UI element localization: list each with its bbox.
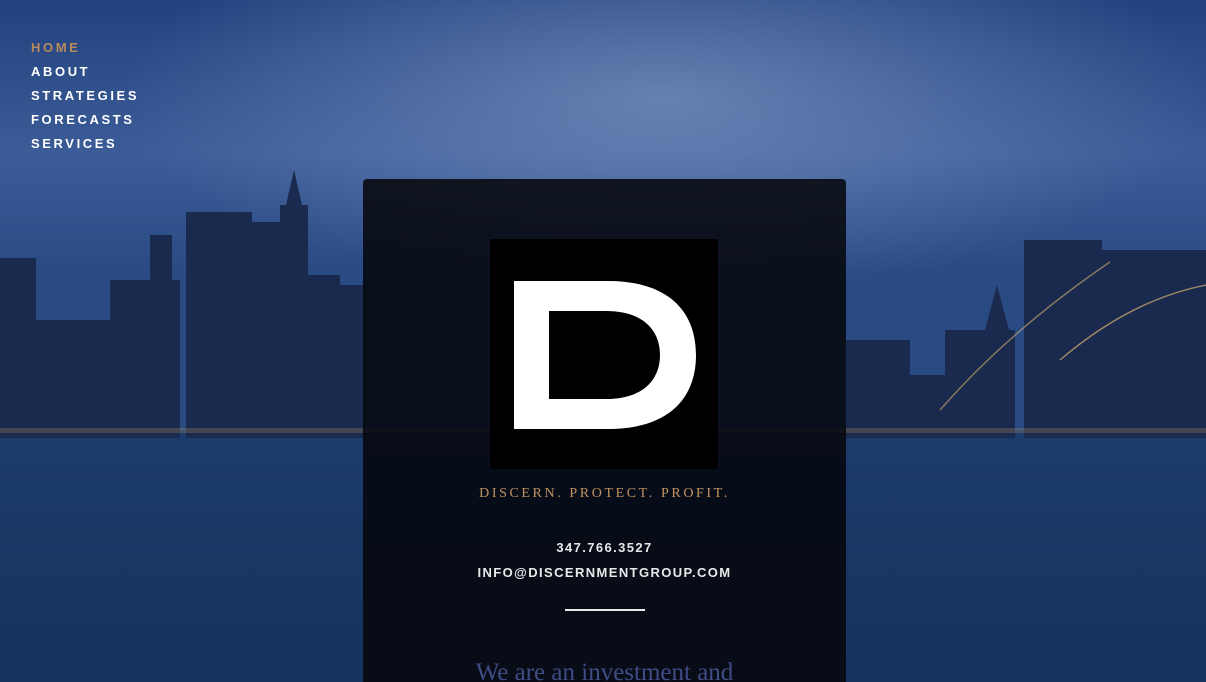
nav-item-forecasts[interactable]: FORECASTS — [31, 111, 139, 129]
logo — [490, 239, 718, 469]
phone-number[interactable]: 347.766.3527 — [363, 540, 846, 555]
nav-item-home[interactable]: HOME — [31, 39, 139, 57]
nav-item-strategies[interactable]: STRATEGIES — [31, 87, 139, 105]
main-nav: HOME ABOUT STRATEGIES FORECASTS SERVICES — [31, 39, 139, 159]
nav-item-services[interactable]: SERVICES — [31, 135, 139, 153]
tagline: DISCERN. PROTECT. PROFIT. — [479, 486, 730, 501]
divider — [565, 609, 645, 611]
email-link[interactable]: INFO@DISCERNMENTGROUP.COM — [363, 565, 846, 580]
nav-item-about[interactable]: ABOUT — [31, 63, 139, 81]
logo-letter-mark — [514, 281, 696, 429]
hero-panel: DISCERN. PROTECT. PROFIT. 347.766.3527 I… — [363, 179, 846, 682]
intro-heading: We are an investment and — [475, 659, 734, 682]
